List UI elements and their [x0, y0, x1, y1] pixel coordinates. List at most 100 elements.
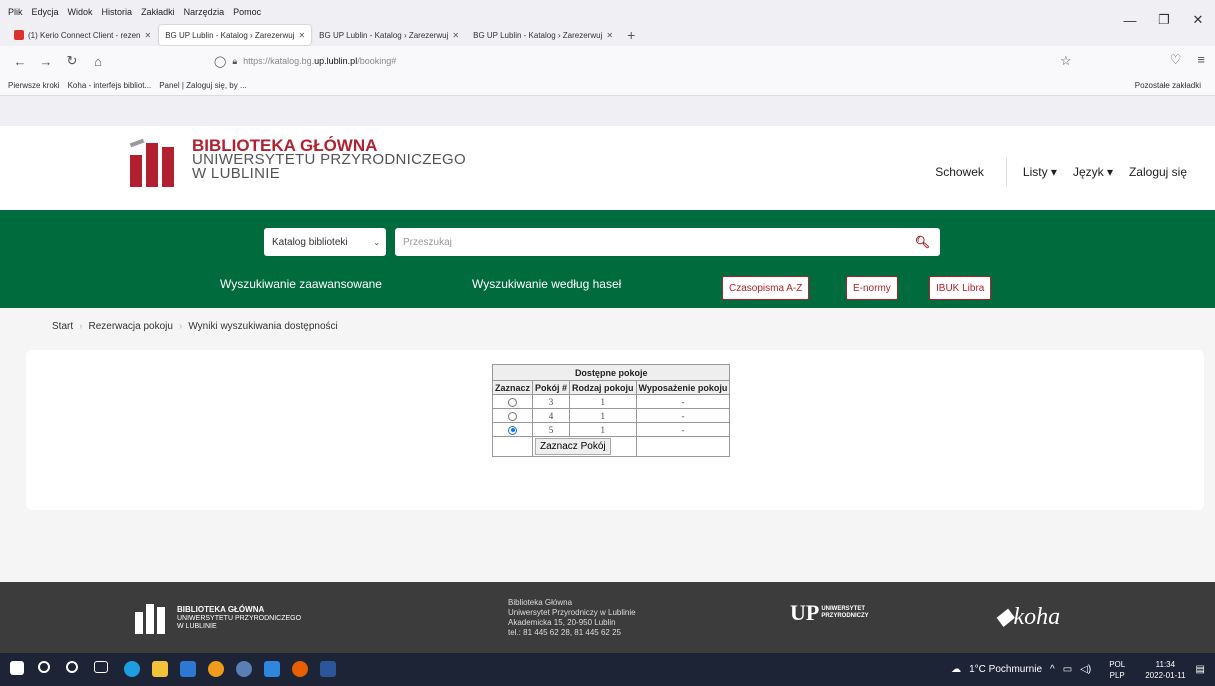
mail-icon[interactable]: [264, 661, 280, 677]
weather-text[interactable]: 1°C Pochmurnie: [969, 664, 1042, 675]
windows-start-icon[interactable]: [10, 661, 24, 675]
chevron-down-icon: ⌄: [373, 237, 380, 247]
breadcrumb-start[interactable]: Start: [52, 321, 73, 332]
cortana-icon[interactable]: [66, 661, 78, 673]
lock-icon: 🔒︎: [232, 55, 238, 66]
bookmark-koha[interactable]: Koha - interfejs bibliot...: [68, 81, 152, 90]
menu-widok[interactable]: Widok: [68, 7, 93, 17]
bookmark-star-icon[interactable]: ☆: [1060, 53, 1072, 69]
site-footer: BIBLIOTEKA GŁÓWNA UNIWERSYTETU PRZYRODNI…: [0, 582, 1215, 653]
advanced-search-link[interactable]: Wyszukiwanie zaawansowane: [220, 277, 382, 291]
footer-address: Biblioteka Główna Uniwersytet Przyrodnic…: [508, 598, 636, 638]
table-row: 5 1 -: [491, 422, 731, 437]
menu-pomoc[interactable]: Pomoc: [233, 7, 261, 17]
room-radio[interactable]: [508, 397, 517, 407]
other-bookmarks[interactable]: Pozostałe zakładki: [1135, 81, 1201, 90]
new-tab-icon[interactable]: +: [627, 27, 635, 43]
bookmarks-bar: Pierwsze kroki Koha - interfejs bibliot.…: [0, 76, 1215, 96]
menu-narzedzia[interactable]: Narzędzia: [184, 7, 225, 17]
tab-booking-active[interactable]: BG UP Lublin - Katalog › Zarezerwuj ✕: [159, 25, 312, 45]
bookmark-panel[interactable]: Panel | Zaloguj się, by ...: [159, 81, 246, 90]
close-window-icon[interactable]: ✕: [1181, 0, 1215, 40]
network-app-icon[interactable]: [236, 661, 252, 677]
up-university-logo[interactable]: UP UNIWERSYTET PRZYRODNICZY: [790, 600, 869, 626]
app-menu-icon[interactable]: ≡: [1197, 52, 1205, 68]
volume-icon[interactable]: ◁): [1080, 664, 1091, 675]
room-equipment: -: [635, 408, 731, 423]
minimize-icon[interactable]: —: [1113, 0, 1147, 40]
tray-chevron-icon[interactable]: ^: [1050, 664, 1055, 675]
language-indicator[interactable]: POL PLP: [1109, 659, 1125, 681]
tab-label: (1) Kerio Connect Client - rezen: [28, 30, 141, 40]
pocket-icon[interactable]: ♡: [1170, 52, 1182, 68]
close-tab-icon[interactable]: ✕: [298, 31, 305, 40]
word-icon[interactable]: [320, 661, 336, 677]
menu-edycja[interactable]: Edycja: [32, 7, 59, 17]
restore-icon[interactable]: ❐: [1147, 0, 1181, 40]
up-line2: PRZYRODNICZY: [821, 613, 869, 619]
room-type: 1: [569, 408, 637, 423]
search-input[interactable]: Przeszukaj 🔍︎: [395, 228, 940, 256]
menu-plik[interactable]: Plik: [8, 7, 23, 17]
back-icon[interactable]: ←: [10, 54, 30, 69]
lists-dropdown[interactable]: Listy ▾: [1023, 165, 1057, 179]
search-icon[interactable]: 🔍︎: [915, 235, 930, 249]
room-radio[interactable]: [508, 411, 517, 421]
forward-icon[interactable]: →: [36, 54, 56, 69]
col-room-type: Rodzaj pokoju: [569, 380, 637, 395]
select-room-button[interactable]: Zaznacz Pokój: [535, 438, 611, 455]
koha-logo[interactable]: ◆koha: [995, 602, 1060, 631]
room-type: 1: [569, 394, 637, 409]
footer-logo-line3: W LUBLINIE: [177, 622, 217, 630]
home-icon[interactable]: ⌂: [88, 54, 108, 69]
library-logo[interactable]: BIBLIOTEKA GŁÓWNA UNIWERSYTETU PRZYRODNI…: [129, 137, 466, 191]
enormy-button[interactable]: E-normy: [846, 276, 898, 300]
notifications-icon[interactable]: ▤: [1196, 664, 1205, 675]
room-number: 5: [532, 422, 571, 437]
schowek-link[interactable]: Schowek: [935, 165, 984, 179]
menu-historia[interactable]: Historia: [102, 7, 133, 17]
search-taskbar-icon[interactable]: [38, 661, 50, 673]
url-domain: up.lublin.pl: [314, 56, 358, 66]
close-tab-icon[interactable]: ✕: [145, 31, 152, 40]
clock[interactable]: 11:34 2022-01-11: [1145, 659, 1185, 681]
language-dropdown[interactable]: Język ▾: [1073, 165, 1113, 179]
footer-library-logo[interactable]: BIBLIOTEKA GŁÓWNA UNIWERSYTETU PRZYRODNI…: [135, 602, 301, 634]
menu-zakladki[interactable]: Zakładki: [141, 7, 175, 17]
breadcrumb-separator: ›: [79, 320, 83, 332]
tab-booking-3[interactable]: BG UP Lublin - Katalog › Zarezerwuj ✕: [467, 25, 619, 45]
room-equipment: -: [635, 422, 731, 437]
breadcrumb-room-booking[interactable]: Rezerwacja pokoju: [88, 321, 173, 332]
firefox-icon[interactable]: [292, 661, 308, 677]
subject-search-link[interactable]: Wyszukiwanie według haseł: [472, 277, 621, 291]
tab-kerio[interactable]: (1) Kerio Connect Client - rezen ✕: [8, 25, 157, 45]
bookmark-pierwsze-kroki[interactable]: Pierwsze kroki: [8, 81, 60, 90]
url-bar[interactable]: ◯ 🔒︎ https://katalog.bg. up.lublin.pl/boo…: [214, 50, 1076, 72]
lang-line1: POL: [1109, 659, 1126, 669]
close-tab-icon[interactable]: ✕: [452, 31, 459, 40]
task-view-icon[interactable]: [94, 661, 108, 673]
nav-divider: [1005, 158, 1007, 186]
journals-az-button[interactable]: Czasopisma A-Z: [722, 276, 810, 300]
url-path: /booking#: [357, 56, 397, 66]
col-room: Pokój #: [532, 380, 571, 395]
close-tab-icon[interactable]: ✕: [606, 31, 613, 40]
app-sun-icon[interactable]: [208, 661, 224, 677]
login-link[interactable]: Zaloguj się: [1129, 165, 1187, 179]
reload-icon[interactable]: ↻: [62, 53, 82, 69]
tab-booking-2[interactable]: BG UP Lublin - Katalog › Zarezerwuj ✕: [313, 25, 465, 45]
file-explorer-icon[interactable]: [152, 661, 168, 677]
menu-bar: Plik Edycja Widok Historia Zakładki Narz…: [0, 0, 1215, 28]
ibuk-libra-button[interactable]: IBUK Libra: [929, 276, 992, 300]
footer-logo-line2: UNIWERSYTETU PRZYRODNICZEGO: [177, 614, 302, 622]
empty-cell: [491, 436, 534, 457]
room-radio-selected[interactable]: [508, 425, 517, 435]
store-icon[interactable]: [180, 661, 196, 677]
windows-taskbar: ☁ 1°C Pochmurnie ^ ▭ ◁) POL PLP 11:34 20…: [0, 653, 1215, 686]
network-icon[interactable]: ▭: [1063, 664, 1072, 675]
edge-icon[interactable]: [124, 661, 140, 677]
catalog-select[interactable]: Katalog biblioteki ⌄: [264, 228, 386, 256]
up-line1: UNIWERSYTET: [821, 606, 865, 612]
clock-date: 2022-01-11: [1145, 670, 1186, 680]
room-type: 1: [569, 422, 637, 437]
